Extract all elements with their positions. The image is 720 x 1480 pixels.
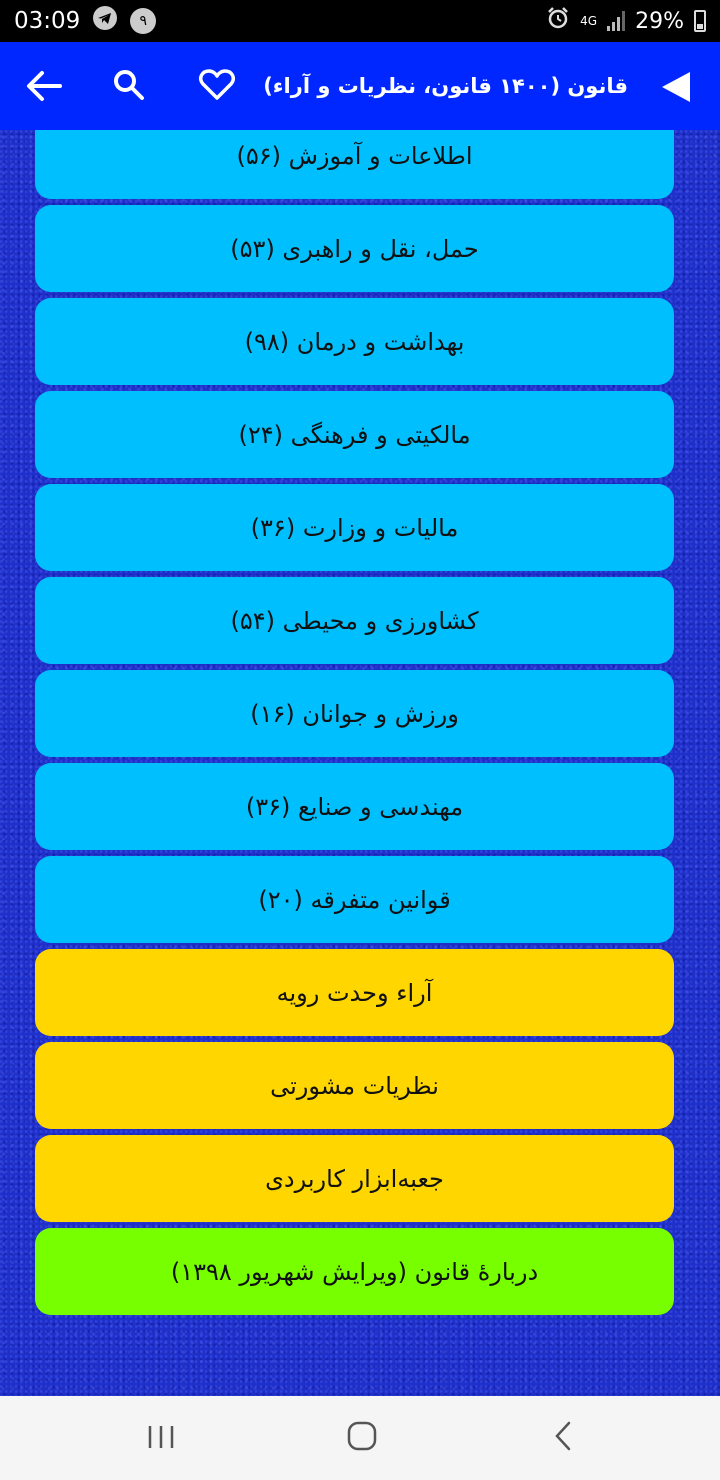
menu-item-label: قوانین متفرقه (۲۰) <box>258 885 451 914</box>
menu-item-label: مالکیتی و فرهنگی (۲۴) <box>238 420 471 449</box>
menu-item-label: کشاورزی و محیطی (۵۴) <box>230 606 479 635</box>
menu-item-label: اطلاعات و آموزش (۵۶) <box>236 141 473 170</box>
menu-item[interactable]: مالکیتی و فرهنگی (۲۴) <box>35 391 674 478</box>
menu-item[interactable]: جعبه‌ابزار کاربردی <box>35 1135 674 1222</box>
battery-icon <box>694 10 706 32</box>
menu-item-label: ورزش و جوانان (۱۶) <box>250 699 459 728</box>
notification-badge: ۹ <box>130 8 157 34</box>
recents-icon[interactable] <box>146 1424 176 1450</box>
menu-item-label: دربارهٔ قانون (ویرایش شهریور ۱۳۹۸) <box>170 1257 539 1286</box>
menu-item-label: بهداشت و درمان (۹۸) <box>244 327 465 356</box>
menu-item[interactable]: مهندسی و صنایع (۳۶) <box>35 763 674 850</box>
menu-item[interactable]: مالیات و وزارت (۳۶) <box>35 484 674 571</box>
system-nav-bar <box>0 1396 720 1480</box>
battery-percent: 29% <box>635 8 684 34</box>
menu-container: اطلاعات و آموزش (۵۶) حمل، نقل و راهبری (۵… <box>0 130 720 1396</box>
menu-item[interactable]: دربارهٔ قانون (ویرایش شهریور ۱۳۹۸) <box>35 1228 674 1315</box>
home-icon[interactable] <box>346 1420 378 1452</box>
heart-icon[interactable] <box>198 68 236 102</box>
menu-item[interactable]: آراء وحدت رویه <box>35 949 674 1036</box>
play-icon[interactable] <box>660 70 692 104</box>
menu-item[interactable]: بهداشت و درمان (۹۸) <box>35 298 674 385</box>
status-bar: 03:09 ۹ 4G 29% <box>0 0 720 42</box>
page-title: قانون (۱۴۰۰ قانون، نظریات و آراء) <box>263 74 628 98</box>
app-bar: قانون (۱۴۰۰ قانون، نظریات و آراء) <box>0 42 720 130</box>
alarm-icon <box>546 6 570 36</box>
network-type: 4G <box>580 14 598 28</box>
menu-item[interactable]: قوانین متفرقه (۲۰) <box>35 856 674 943</box>
menu-item[interactable]: حمل، نقل و راهبری (۵۳) <box>35 205 674 292</box>
menu-item[interactable]: نظریات مشورتی <box>35 1042 674 1129</box>
signal-icon <box>607 11 626 31</box>
menu-item[interactable]: اطلاعات و آموزش (۵۶) <box>35 130 674 199</box>
menu-item[interactable]: ورزش و جوانان (۱۶) <box>35 670 674 757</box>
status-time: 03:09 <box>14 8 81 34</box>
menu-item-label: مهندسی و صنایع (۳۶) <box>245 792 464 821</box>
search-icon[interactable] <box>112 68 146 102</box>
menu-item-label: آراء وحدت رویه <box>276 978 433 1007</box>
menu-item-label: جعبه‌ابزار کاربردی <box>265 1164 444 1193</box>
menu-item-label: مالیات و وزارت (۳۶) <box>250 513 459 542</box>
telegram-icon <box>92 5 118 37</box>
menu-item[interactable]: کشاورزی و محیطی (۵۴) <box>35 577 674 664</box>
menu-item-label: نظریات مشورتی <box>270 1071 439 1100</box>
menu-item-label: حمل، نقل و راهبری (۵۳) <box>230 234 479 263</box>
chevron-left-icon[interactable] <box>552 1420 574 1452</box>
menu-list: اطلاعات و آموزش (۵۶) حمل، نقل و راهبری (۵… <box>35 130 674 1321</box>
arrow-left-icon[interactable] <box>24 68 64 104</box>
